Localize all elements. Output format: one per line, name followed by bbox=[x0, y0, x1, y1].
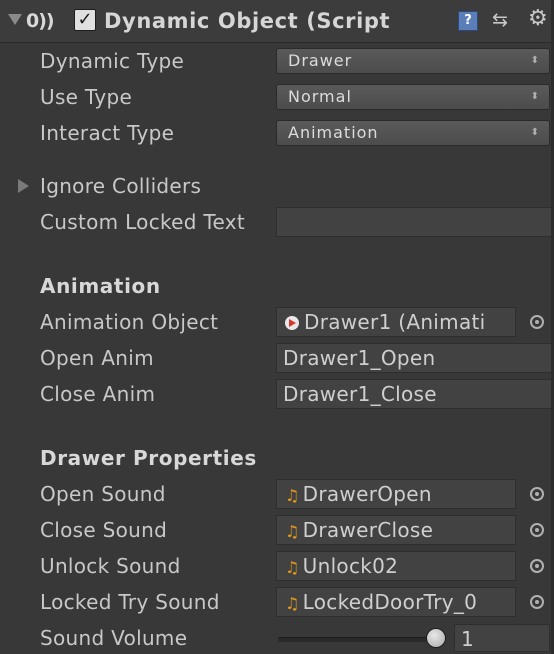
audio-clip-icon: ♫ bbox=[285, 522, 300, 541]
open-sound-label: Open Sound bbox=[40, 482, 166, 506]
unlock-sound-value: Unlock02 bbox=[302, 554, 399, 578]
component-title[interactable]: Dynamic Object (Script bbox=[104, 6, 390, 36]
custom-locked-text-label: Custom Locked Text bbox=[40, 210, 246, 234]
use-type-value: Normal bbox=[288, 87, 352, 106]
interact-type-dropdown[interactable]: Animation ⬍ bbox=[276, 120, 550, 146]
dynamic-type-label: Dynamic Type bbox=[40, 49, 185, 73]
unlock-sound-field[interactable]: ♫ Unlock02 bbox=[276, 551, 516, 581]
object-picker-icon[interactable] bbox=[530, 559, 544, 573]
close-sound-label: Close Sound bbox=[40, 518, 168, 542]
sound-volume-slider-thumb[interactable] bbox=[426, 628, 446, 648]
dynamic-type-dropdown[interactable]: Drawer ⬍ bbox=[276, 48, 550, 74]
animation-object-label: Animation Object bbox=[40, 310, 219, 334]
close-sound-field[interactable]: ♫ DrawerClose bbox=[276, 515, 516, 545]
sound-volume-field[interactable]: 1 bbox=[454, 624, 550, 652]
expand-arrow-icon[interactable] bbox=[18, 179, 29, 193]
use-type-label: Use Type bbox=[40, 85, 133, 109]
help-icon[interactable]: ? bbox=[458, 11, 478, 31]
sound-volume-slider-track[interactable] bbox=[278, 637, 438, 642]
audio-clip-icon: ♫ bbox=[285, 594, 300, 613]
ignore-colliders-foldout[interactable]: Ignore Colliders bbox=[40, 171, 201, 201]
interact-type-label: Interact Type bbox=[40, 121, 175, 145]
locked-try-sound-field[interactable]: ♫ LockedDoorTry_0 bbox=[276, 587, 516, 617]
custom-locked-text-field[interactable] bbox=[276, 207, 552, 237]
animation-heading: Animation bbox=[40, 274, 161, 298]
open-sound-value: DrawerOpen bbox=[302, 482, 432, 506]
close-anim-label: Close Anim bbox=[40, 382, 156, 406]
dropdown-arrows-icon: ⬍ bbox=[530, 127, 539, 138]
use-type-dropdown[interactable]: Normal ⬍ bbox=[276, 84, 550, 110]
drawer-properties-heading: Drawer Properties bbox=[40, 446, 257, 470]
animation-icon bbox=[285, 316, 299, 330]
enabled-checkbox[interactable]: ✓ bbox=[74, 9, 96, 31]
open-anim-field[interactable]: Drawer1_Open bbox=[276, 343, 552, 373]
object-picker-icon[interactable] bbox=[530, 523, 544, 537]
audio-clip-icon: ♫ bbox=[285, 486, 300, 505]
open-sound-field[interactable]: ♫ DrawerOpen bbox=[276, 479, 516, 509]
fold-arrow-icon[interactable] bbox=[8, 14, 22, 25]
gear-icon[interactable]: ⚙ bbox=[528, 6, 548, 32]
audio-clip-icon: ♫ bbox=[285, 558, 300, 577]
object-picker-icon[interactable] bbox=[530, 315, 544, 329]
dynamic-type-value: Drawer bbox=[288, 51, 353, 70]
object-picker-icon[interactable] bbox=[530, 595, 544, 609]
interact-type-value: Animation bbox=[288, 123, 379, 142]
animation-object-field[interactable]: Drawer1 (Animati bbox=[276, 307, 516, 337]
dropdown-arrows-icon: ⬍ bbox=[530, 55, 539, 66]
open-anim-label: Open Anim bbox=[40, 346, 154, 370]
close-anim-field[interactable]: Drawer1_Close bbox=[276, 379, 552, 409]
sound-volume-label: Sound Volume bbox=[40, 626, 188, 650]
locked-try-sound-label: Locked Try Sound bbox=[40, 590, 220, 614]
locked-try-sound-value: LockedDoorTry_0 bbox=[302, 590, 478, 614]
unlock-sound-label: Unlock Sound bbox=[40, 554, 181, 578]
script-icon: 0)) bbox=[26, 10, 55, 32]
dropdown-arrows-icon: ⬍ bbox=[530, 91, 539, 102]
preset-icon[interactable]: ⇆ bbox=[492, 8, 508, 32]
animation-object-value: Drawer1 (Animati bbox=[304, 310, 486, 334]
object-picker-icon[interactable] bbox=[530, 487, 544, 501]
close-sound-value: DrawerClose bbox=[302, 518, 434, 542]
